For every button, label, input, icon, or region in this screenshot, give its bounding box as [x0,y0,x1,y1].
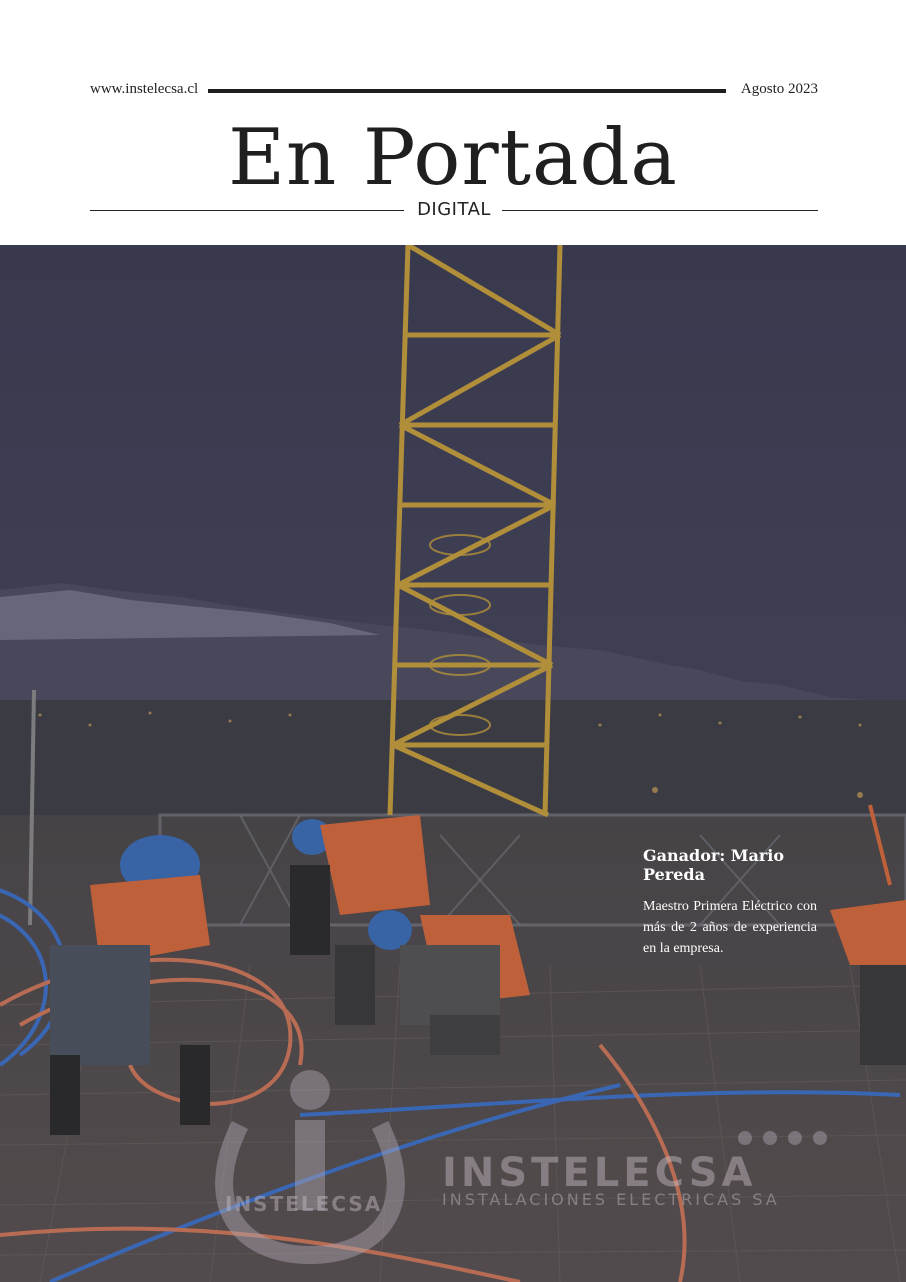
masthead-top: www.instelecsa.cl Agosto 2023 [90,81,818,101]
caption-title: Ganador: Mario Pereda [643,846,785,884]
issue-date: Agosto 2023 [740,81,818,97]
page-title: En Portada [228,113,678,203]
winner-caption: Ganador: Mario Pereda Maestro Primera El… [643,846,817,959]
website-url[interactable]: www.instelecsa.cl [90,81,198,98]
construction-scene-image [0,245,906,1282]
caption-body: Maestro Primera Eléctrico con más de 2 a… [643,899,817,956]
masthead-rule [208,89,726,93]
subtitle-row: DIGITAL [90,199,818,223]
subtitle-rule-right [502,210,818,211]
cover-photo [0,245,906,1282]
logo-small-text: INSTELECSA [225,1192,383,1216]
logo-tagline: INSTALACIONES ELECTRICAS SA [442,1190,780,1209]
